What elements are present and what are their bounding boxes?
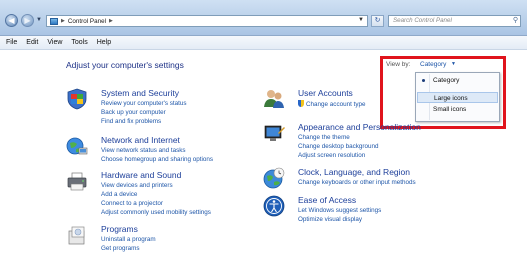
menu-help[interactable]: Help xyxy=(97,39,111,46)
programs-box-icon xyxy=(68,226,85,245)
link-find-fix[interactable]: Find and fix problems xyxy=(101,118,161,125)
control-panel-icon xyxy=(50,17,58,25)
chevron-down-icon[interactable]: ▼ xyxy=(451,61,456,67)
link-back-up[interactable]: Back up your computer xyxy=(101,109,166,116)
printer-icon xyxy=(67,172,87,191)
menu-tools[interactable]: Tools xyxy=(71,39,87,46)
clock-globe-icon xyxy=(263,167,285,189)
search-icon[interactable]: ⚲ xyxy=(513,16,518,26)
menu-bar: File Edit View Tools Help xyxy=(0,36,527,50)
link-label: Change account type xyxy=(306,101,366,108)
view-option-category[interactable]: Category xyxy=(417,75,498,86)
link-homegroup[interactable]: Choose homegroup and sharing options xyxy=(101,156,213,163)
category-title[interactable]: Ease of Access xyxy=(298,195,356,205)
link-projector[interactable]: Connect to a projector xyxy=(101,200,163,207)
content-area: Adjust your computer's settings View by:… xyxy=(0,51,527,264)
view-option-label: Large icons xyxy=(434,95,468,102)
category-title[interactable]: Network and Internet xyxy=(101,135,180,145)
ease-of-access-icon xyxy=(263,195,285,217)
link-suggest-settings[interactable]: Let Windows suggest settings xyxy=(298,207,381,214)
link-network-status[interactable]: View network status and tasks xyxy=(101,147,186,154)
link-change-account-type[interactable]: Change account type xyxy=(298,100,366,108)
refresh-button[interactable]: ↻ xyxy=(371,15,384,27)
uac-shield-icon xyxy=(298,100,304,107)
link-review-status[interactable]: Review your computer's status xyxy=(101,100,187,107)
link-keyboards-input[interactable]: Change keyboards or other input methods xyxy=(298,179,416,186)
category-title[interactable]: Programs xyxy=(101,224,138,234)
title-bar: ◀ ▶ ▼ ▶ Control Panel ▶ ▼ ↻ Search Contr… xyxy=(0,0,527,36)
view-option-large-icons[interactable]: Large icons xyxy=(417,92,498,103)
link-desktop-background[interactable]: Change desktop background xyxy=(298,143,379,150)
address-bar[interactable]: ▶ Control Panel ▶ ▼ xyxy=(46,15,368,27)
breadcrumb-arrow-icon[interactable]: ▶ xyxy=(109,18,113,24)
category-title[interactable]: User Accounts xyxy=(298,88,353,98)
users-icon xyxy=(264,90,284,108)
breadcrumb-control-panel[interactable]: Control Panel xyxy=(68,18,106,25)
link-mobility-settings[interactable]: Adjust commonly used mobility settings xyxy=(101,209,211,216)
link-screen-resolution[interactable]: Adjust screen resolution xyxy=(298,152,365,159)
appearance-monitor-icon xyxy=(264,125,285,141)
view-by-label: View by: xyxy=(386,61,411,68)
forward-button[interactable]: ▶ xyxy=(21,14,34,27)
address-dropdown-icon[interactable]: ▼ xyxy=(358,17,364,23)
link-get-programs[interactable]: Get programs xyxy=(101,245,140,252)
link-uninstall[interactable]: Uninstall a program xyxy=(101,236,156,243)
category-title[interactable]: Appearance and Personalization xyxy=(298,122,421,132)
link-optimize-display[interactable]: Optimize visual display xyxy=(298,216,362,223)
view-option-small-icons[interactable]: Small icons xyxy=(417,104,498,115)
category-title[interactable]: System and Security xyxy=(101,88,179,98)
link-change-theme[interactable]: Change the theme xyxy=(298,134,350,141)
menu-file[interactable]: File xyxy=(6,39,17,46)
menu-edit[interactable]: Edit xyxy=(26,39,38,46)
search-placeholder: Search Control Panel xyxy=(393,17,452,24)
view-option-label: Small icons xyxy=(433,106,467,113)
view-by-menu: Category Large icons Small icons xyxy=(415,72,500,122)
back-button[interactable]: ◀ xyxy=(5,14,18,27)
recent-pages-dropdown-icon[interactable]: ▼ xyxy=(36,17,42,23)
view-by-dropdown[interactable]: Category xyxy=(420,61,446,68)
page-title: Adjust your computer's settings xyxy=(66,60,184,70)
shield-flag-icon xyxy=(67,88,87,110)
category-title[interactable]: Clock, Language, and Region xyxy=(298,167,410,177)
link-add-device[interactable]: Add a device xyxy=(101,191,137,198)
view-option-label: Category xyxy=(433,77,460,84)
network-globe-icon xyxy=(66,137,88,155)
breadcrumb-arrow-icon[interactable]: ▶ xyxy=(61,18,65,24)
menu-view[interactable]: View xyxy=(47,39,62,46)
search-input[interactable]: Search Control Panel ⚲ xyxy=(388,15,521,27)
link-devices-printers[interactable]: View devices and printers xyxy=(101,182,173,189)
radio-bullet-icon xyxy=(422,79,425,82)
category-title[interactable]: Hardware and Sound xyxy=(101,170,181,180)
